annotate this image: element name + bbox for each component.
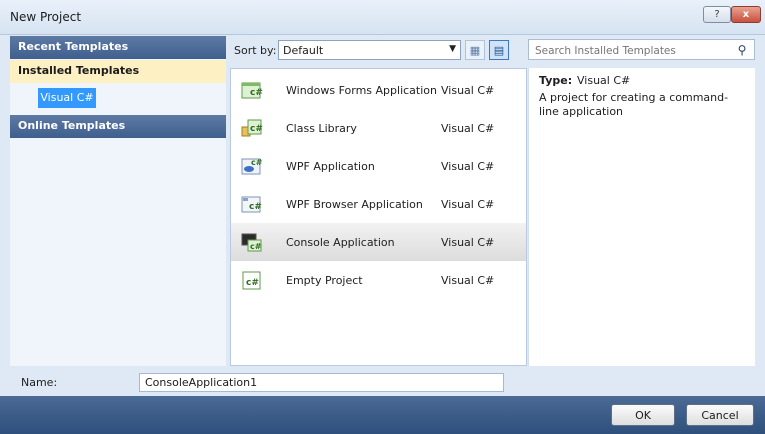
sort-dropdown[interactable]: Default ▼ (278, 40, 461, 60)
template-row[interactable]: c# WPF Browser Application Visual C# (231, 185, 526, 223)
help-icon: ? (714, 9, 720, 20)
cancel-button[interactable]: Cancel (686, 404, 754, 426)
template-language: Visual C# (441, 236, 495, 249)
template-language: Visual C# (441, 198, 495, 211)
type-label: Type: (539, 74, 573, 87)
template-language: Visual C# (441, 122, 495, 135)
template-list: c# Windows Forms Application Visual C# c… (230, 68, 527, 366)
title-bar: New Project ? x (0, 0, 765, 35)
wpf-icon: c# (241, 158, 263, 175)
template-name: Windows Forms Application (286, 84, 437, 97)
template-categories: Recent Templates Installed Templates Vis… (10, 36, 226, 366)
search-box[interactable]: ⚲ (528, 39, 755, 61)
new-project-dialog: New Project ? x Recent Templates Install… (0, 0, 765, 434)
recent-templates-item[interactable]: Recent Templates (10, 36, 226, 59)
template-name: Empty Project (286, 274, 363, 287)
console-icon: c# (241, 233, 262, 252)
template-name: WPF Browser Application (286, 198, 423, 211)
template-language: Visual C# (441, 84, 495, 97)
dialog-title: New Project (10, 10, 82, 24)
close-button[interactable]: x (731, 6, 761, 23)
template-row[interactable]: c# Windows Forms Application Visual C# (231, 71, 526, 109)
dialog-footer: OK Cancel (0, 396, 765, 434)
template-row[interactable]: c# WPF Application Visual C# (231, 147, 526, 185)
template-info-panel: Type: Visual C# A project for creating a… (528, 68, 755, 366)
template-name: WPF Application (286, 160, 375, 173)
svg-text:c#: c# (250, 88, 263, 98)
list-view-button[interactable]: ▤ (489, 40, 509, 60)
online-templates-item[interactable]: Online Templates (10, 115, 226, 138)
type-value: Visual C# (577, 74, 631, 87)
template-language: Visual C# (441, 274, 495, 287)
search-input[interactable] (529, 40, 737, 61)
svg-text:c#: c# (250, 124, 263, 134)
template-row[interactable]: c# Class Library Visual C# (231, 109, 526, 147)
svg-text:c#: c# (246, 278, 259, 288)
wpf-browser-icon: c# (241, 196, 262, 213)
template-row[interactable]: c# Empty Project Visual C# (231, 261, 526, 299)
winforms-icon: c# (241, 82, 263, 99)
template-name: Console Application (286, 236, 395, 249)
svg-text:c#: c# (251, 158, 263, 167)
empty-project-icon: c# (242, 271, 261, 290)
svg-text:c#: c# (250, 242, 262, 251)
dropdown-arrow-icon: ▼ (449, 44, 456, 54)
visual-csharp-item[interactable]: Visual C# (38, 88, 96, 108)
ok-button[interactable]: OK (611, 404, 675, 426)
template-row-selected[interactable]: c# Console Application Visual C# (231, 223, 526, 261)
medium-icons-icon: ▦ (469, 43, 481, 57)
name-label: Name: (21, 376, 58, 389)
medium-icons-view-button[interactable]: ▦ (465, 40, 485, 60)
installed-templates-item[interactable]: Installed Templates (10, 60, 226, 83)
sort-label: Sort by: (234, 44, 277, 57)
class-library-icon: c# (241, 119, 263, 137)
close-icon: x (742, 9, 750, 20)
list-view-icon: ▤ (493, 43, 505, 57)
template-name: Class Library (286, 122, 357, 135)
search-icon[interactable]: ⚲ (734, 42, 750, 58)
template-description: A project for creating a command-line ap… (539, 91, 729, 118)
sort-value: Default (283, 44, 324, 57)
sort-toolbar: Sort by: Default ▼ ▦ ▤ (231, 40, 521, 62)
template-language: Visual C# (441, 160, 495, 173)
name-row: Name: (0, 370, 765, 396)
project-name-input[interactable] (139, 373, 504, 392)
help-button[interactable]: ? (703, 6, 731, 23)
svg-text:c#: c# (249, 202, 262, 212)
